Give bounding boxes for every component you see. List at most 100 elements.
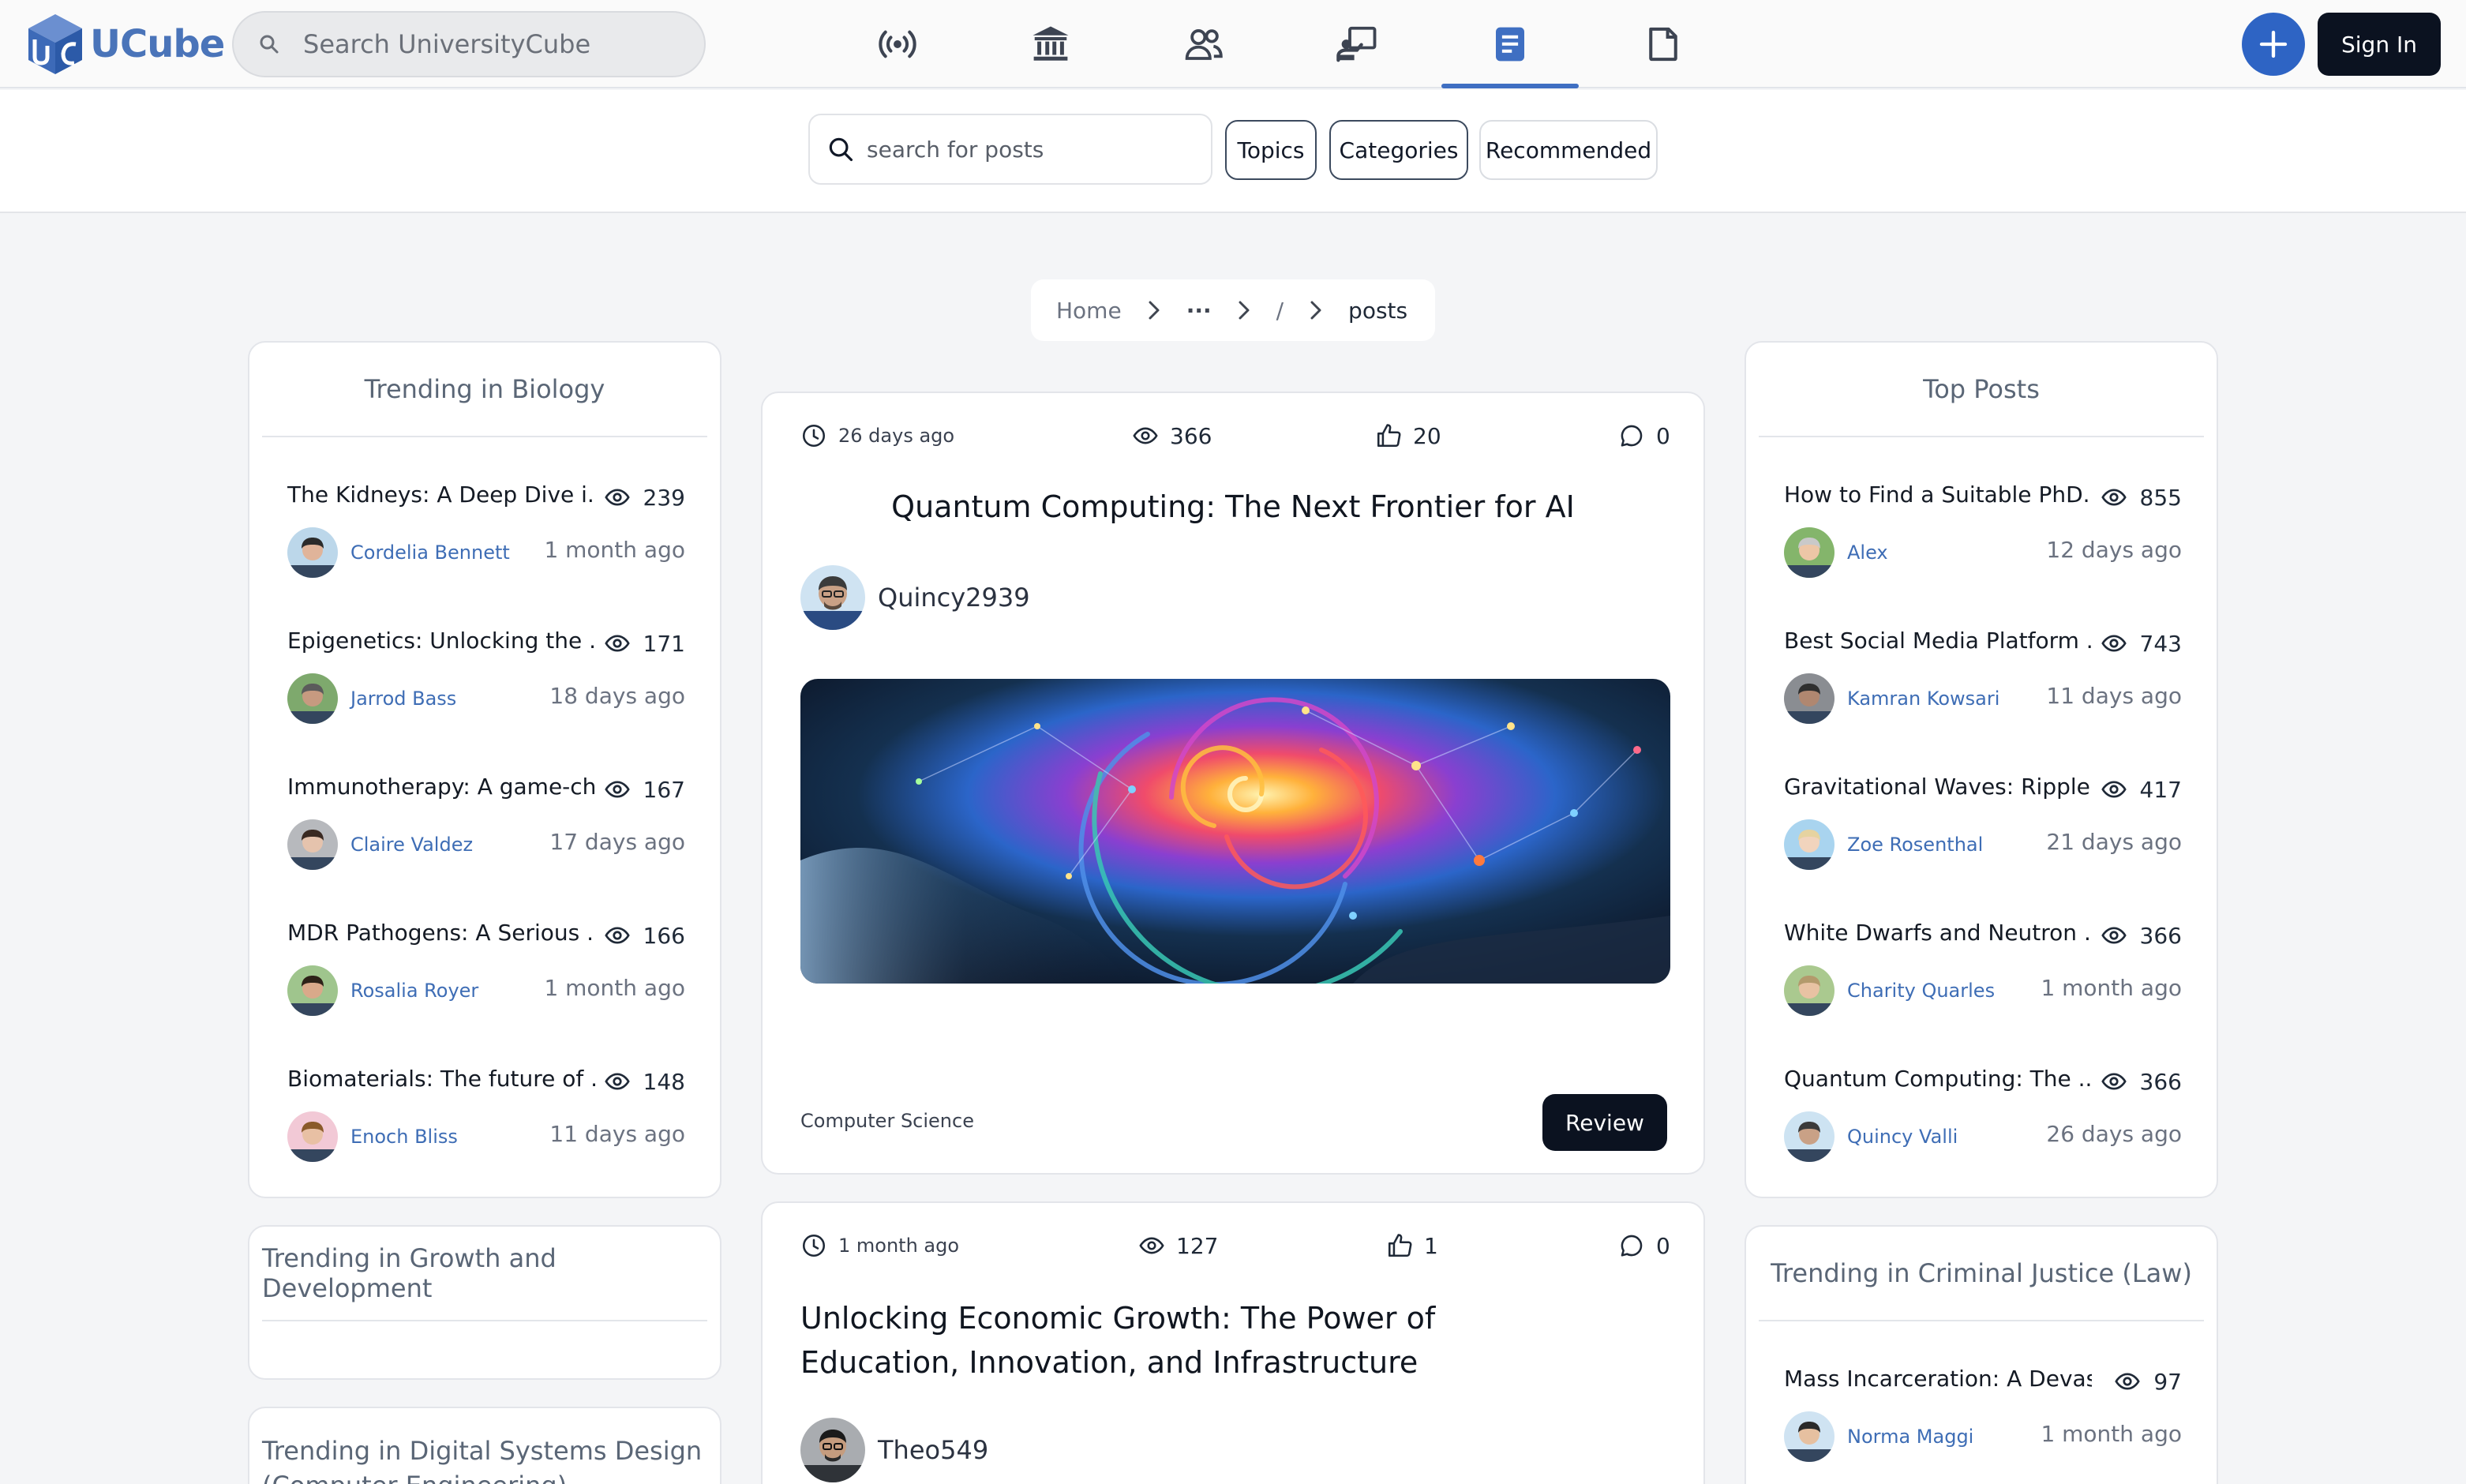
- list-item[interactable]: Biomaterials: The future of ... 148 Enoc…: [287, 1066, 685, 1176]
- list-item-author[interactable]: Kamran Kowsari: [1847, 688, 1999, 710]
- list-item-title[interactable]: Biomaterials: The future of ...: [287, 1066, 595, 1097]
- review-button[interactable]: Review: [1542, 1094, 1667, 1151]
- post-title[interactable]: Unlocking Economic Growth: The Power of …: [800, 1296, 1590, 1385]
- avatar[interactable]: [1784, 673, 1835, 724]
- nav-universities[interactable]: [974, 0, 1127, 88]
- post-author[interactable]: Theo549: [800, 1418, 988, 1482]
- list-item-title[interactable]: Quantum Computing: The ...: [1784, 1066, 2092, 1097]
- eye-icon: [2101, 635, 2127, 652]
- list-item-title[interactable]: Mass Incarceration: A Devast...: [1784, 1366, 2092, 1397]
- post-search-box[interactable]: [808, 114, 1212, 185]
- list-item[interactable]: Quantum Computing: The ... 366 Quincy Va…: [1784, 1066, 2182, 1176]
- list-item-views: 167: [604, 774, 685, 805]
- post-title[interactable]: Quantum Computing: The Next Frontier for…: [800, 485, 1666, 529]
- topics-filter-button[interactable]: Topics: [1225, 120, 1317, 180]
- avatar[interactable]: [1784, 1111, 1835, 1162]
- post-filter-bar: Topics Categories Recommended: [0, 90, 2466, 213]
- list-item-title[interactable]: The Kidneys: A Deep Dive i...: [287, 482, 595, 513]
- list-item[interactable]: Epigenetics: Unlocking the ... 171 Jarro…: [287, 628, 685, 738]
- list-item[interactable]: MDR Pathogens: A Serious ... 166 Rosalia…: [287, 920, 685, 1030]
- categories-filter-button[interactable]: Categories: [1329, 120, 1468, 180]
- list-item[interactable]: The Kidneys: A Deep Dive i... 239 Cordel…: [287, 482, 685, 592]
- card-title: Trending in Digital Systems Design (Comp…: [262, 1436, 703, 1484]
- list-item-author[interactable]: Enoch Bliss: [350, 1126, 458, 1148]
- list-item-views: 366: [2101, 920, 2182, 951]
- list-item-author[interactable]: Zoe Rosenthal: [1847, 834, 1983, 856]
- avatar[interactable]: [287, 673, 338, 724]
- post-cover-image[interactable]: [800, 679, 1670, 984]
- list-item-views: 239: [604, 482, 685, 513]
- avatar[interactable]: [287, 819, 338, 870]
- list-item-views-count: 743: [2139, 630, 2182, 657]
- trending-digital-systems-card: Trending in Digital Systems Design (Comp…: [248, 1407, 721, 1484]
- avatar[interactable]: [1784, 1411, 1835, 1462]
- trending-growth-card: Trending in Growth and Development: [248, 1225, 721, 1380]
- nav-people[interactable]: [1127, 0, 1280, 88]
- list-item[interactable]: Best Social Media Platform ... 743 Kamra…: [1784, 628, 2182, 738]
- list-item-title[interactable]: Best Social Media Platform ...: [1784, 628, 2092, 659]
- list-item-title[interactable]: Epigenetics: Unlocking the ...: [287, 628, 595, 659]
- list-item[interactable]: How to Find a Suitable PhD... 855 Alex 1…: [1784, 482, 2182, 592]
- list-item-title[interactable]: White Dwarfs and Neutron ...: [1784, 920, 2092, 951]
- list-item-title[interactable]: Immunotherapy: A game-ch...: [287, 774, 595, 805]
- nav-posts[interactable]: [1434, 0, 1587, 88]
- list-item-title[interactable]: How to Find a Suitable PhD...: [1784, 482, 2092, 513]
- breadcrumb-ellipsis[interactable]: ···: [1186, 298, 1212, 324]
- post-card[interactable]: 26 days ago 366 20 0 Quantum Computing: …: [761, 392, 1705, 1175]
- eye-icon: [2101, 927, 2127, 944]
- post-author[interactable]: Quincy2939: [800, 565, 1030, 630]
- post-likes[interactable]: 1: [1386, 1222, 1438, 1269]
- list-item-views-count: 167: [643, 776, 685, 803]
- avatar: [800, 1418, 865, 1482]
- avatar[interactable]: [287, 1111, 338, 1162]
- nav-feed[interactable]: [821, 0, 974, 88]
- breadcrumb-slash[interactable]: /: [1276, 298, 1284, 324]
- eye-icon: [604, 781, 630, 798]
- global-search-input[interactable]: [303, 29, 682, 59]
- global-search-box[interactable]: [232, 11, 706, 77]
- list-item-time: 21 days ago: [2046, 829, 2182, 855]
- list-item-author[interactable]: Jarrod Bass: [350, 688, 456, 710]
- list-item-author[interactable]: Rosalia Royer: [350, 980, 478, 1002]
- chevron-right-icon: [1310, 301, 1321, 320]
- list-item[interactable]: Immunotherapy: A game-ch... 167 Claire V…: [287, 774, 685, 884]
- post-views: 127: [1138, 1222, 1218, 1269]
- logo-text: UCube: [90, 22, 225, 66]
- list-item[interactable]: White Dwarfs and Neutron ... 366 Charity…: [1784, 920, 2182, 1030]
- list-item-author[interactable]: Alex: [1847, 542, 1888, 564]
- avatar[interactable]: [1784, 819, 1835, 870]
- list-item-title[interactable]: MDR Pathogens: A Serious ...: [287, 920, 595, 951]
- post-time-text: 26 days ago: [838, 425, 955, 447]
- eye-icon: [604, 635, 630, 652]
- avatar[interactable]: [1784, 527, 1835, 578]
- avatar[interactable]: [287, 527, 338, 578]
- nav-documents[interactable]: [1587, 0, 1740, 88]
- list-item-author[interactable]: Claire Valdez: [350, 834, 473, 856]
- nav-classes[interactable]: [1280, 0, 1434, 88]
- post-category[interactable]: Computer Science: [800, 1110, 974, 1132]
- post-views-count: 127: [1176, 1232, 1219, 1259]
- logo[interactable]: UCube: [25, 13, 225, 76]
- list-item[interactable]: Mass Incarceration: A Devast... 97 Norma…: [1784, 1366, 2182, 1476]
- sign-in-button[interactable]: Sign In: [2318, 13, 2441, 76]
- post-card[interactable]: 1 month ago 127 1 0 Unlocking Economic G…: [761, 1201, 1705, 1484]
- list-item[interactable]: Gravitational Waves: Ripple... 417 Zoe R…: [1784, 774, 2182, 884]
- avatar[interactable]: [287, 965, 338, 1016]
- list-item-time: 26 days ago: [2046, 1121, 2182, 1147]
- post-comments[interactable]: 0: [1618, 1222, 1670, 1269]
- post-search-input[interactable]: [867, 136, 1182, 163]
- avatar[interactable]: [1784, 965, 1835, 1016]
- list-item-time: 12 days ago: [2046, 537, 2182, 563]
- list-item-views: 148: [604, 1066, 685, 1097]
- list-item-title[interactable]: Gravitational Waves: Ripple...: [1784, 774, 2092, 805]
- list-item-author[interactable]: Quincy Valli: [1847, 1126, 1958, 1148]
- post-comments[interactable]: 0: [1618, 412, 1670, 459]
- list-item-author[interactable]: Norma Maggi: [1847, 1426, 1973, 1448]
- institution-icon: [1032, 26, 1069, 61]
- list-item-author[interactable]: Cordelia Bennett: [350, 542, 510, 564]
- recommended-filter-button[interactable]: Recommended: [1479, 120, 1658, 180]
- create-button[interactable]: [2242, 13, 2305, 76]
- breadcrumb-home[interactable]: Home: [1056, 298, 1122, 324]
- post-likes[interactable]: 20: [1375, 412, 1441, 459]
- list-item-author[interactable]: Charity Quarles: [1847, 980, 1995, 1002]
